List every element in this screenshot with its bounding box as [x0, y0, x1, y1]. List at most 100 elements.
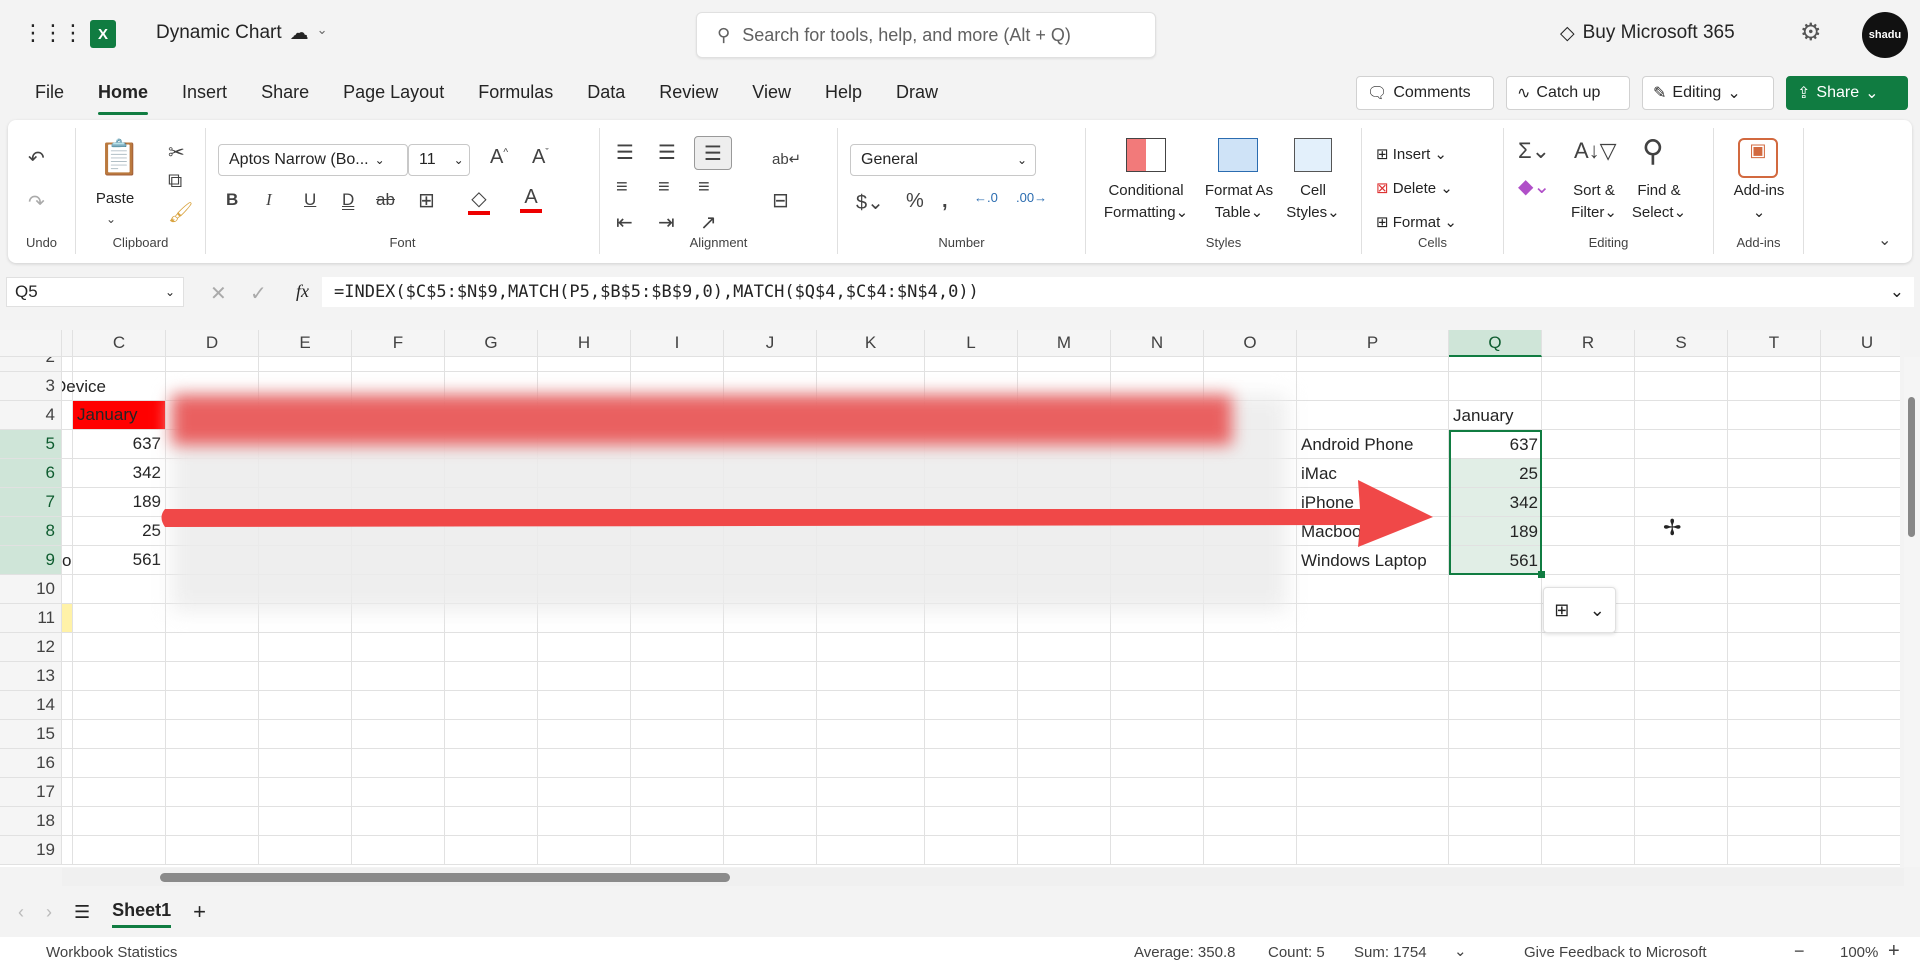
undo-icon[interactable]: ↶ — [28, 146, 45, 171]
cancel-icon[interactable]: ✕ — [210, 281, 227, 306]
find-magnifier-icon[interactable]: ⚲ — [1642, 134, 1664, 169]
format-painter-icon[interactable]: 🖌 — [168, 200, 193, 225]
cut-icon[interactable]: ✂ — [168, 140, 185, 165]
name-box[interactable]: Q5 ⌄ — [6, 277, 184, 307]
align-middle-icon[interactable]: ☰ — [658, 140, 676, 165]
vertical-scrollbar[interactable] — [1904, 357, 1920, 867]
align-top-icon[interactable]: ☰ — [616, 140, 634, 165]
give-feedback-link[interactable]: Give Feedback to Microsoft — [1524, 944, 1707, 961]
increase-decimal-icon[interactable]: ←.0 — [974, 190, 998, 205]
sheet-tab-sheet1[interactable]: Sheet1 — [112, 896, 172, 928]
double-underline-button[interactable]: D — [342, 190, 354, 210]
formula-input[interactable]: =INDEX($C$5:$N$9,MATCH(P5,$B$5:$B$9,0),M… — [322, 277, 1914, 307]
strikethrough-button[interactable]: ab — [376, 190, 395, 210]
bold-button[interactable]: B — [226, 190, 238, 210]
decrease-decimal-icon[interactable]: .00→ — [1016, 190, 1047, 205]
font-size-dropdown[interactable]: 11 ⌄ — [408, 144, 470, 176]
insert-cells-button[interactable]: ⊞ Insert ⌄ — [1376, 144, 1447, 166]
share-button[interactable]: ⇪ Share ⌄ — [1786, 76, 1908, 110]
tab-home[interactable]: Home — [81, 78, 165, 115]
expand-formula-icon[interactable]: ⌄ — [1890, 282, 1904, 302]
previous-sheet-icon[interactable]: ‹ — [18, 902, 24, 923]
conditional-formatting-icon[interactable] — [1126, 138, 1166, 172]
tab-page-layout[interactable]: Page Layout — [326, 78, 461, 107]
tab-help[interactable]: Help — [808, 78, 879, 107]
find-select-button[interactable]: Find & Select⌄ — [1626, 180, 1692, 224]
font-color-icon[interactable]: A — [520, 186, 542, 213]
chevron-down-icon[interactable]: ⌄ — [106, 212, 116, 226]
underline-button[interactable]: U — [304, 190, 316, 210]
catch-up-button[interactable]: ∿ Catch up — [1506, 76, 1630, 110]
align-bottom-icon[interactable]: ☰ — [694, 136, 732, 170]
clear-eraser-icon[interactable]: ◆⌄ — [1518, 174, 1550, 199]
font-name-dropdown[interactable]: Aptos Narrow (Bo... ⌄ — [218, 144, 408, 176]
horizontal-scroll-thumb[interactable] — [160, 873, 730, 882]
avatar[interactable]: shadu — [1862, 12, 1908, 58]
wrap-text-icon[interactable]: ab↵ — [772, 150, 801, 168]
zoom-level[interactable]: 100% — [1840, 944, 1878, 961]
copy-icon[interactable]: ⧉ — [168, 170, 182, 193]
all-sheets-menu-icon[interactable]: ☰ — [74, 902, 90, 923]
decrease-indent-icon[interactable]: ⇤ — [616, 210, 633, 235]
sort-filter-button[interactable]: Sort & Filter⌄ — [1566, 180, 1622, 224]
tab-share[interactable]: Share — [244, 78, 326, 107]
tab-data[interactable]: Data — [570, 78, 642, 107]
merge-center-icon[interactable]: ⊟ — [772, 188, 789, 213]
paste-button[interactable]: Paste — [90, 188, 140, 210]
tab-insert[interactable]: Insert — [165, 78, 244, 107]
format-as-table-icon[interactable] — [1218, 138, 1258, 172]
fill-color-icon[interactable]: ◇ — [468, 186, 490, 215]
workbook-statistics-button[interactable]: Workbook Statistics — [46, 944, 177, 961]
increase-font-icon[interactable]: A^ — [490, 146, 508, 169]
align-center-icon[interactable]: ≡ — [658, 176, 670, 199]
percent-icon[interactable]: % — [906, 190, 924, 213]
number-format-dropdown[interactable]: General ⌄ — [850, 144, 1036, 176]
comments-button[interactable]: 🗨 Comments — [1356, 76, 1494, 110]
orientation-icon[interactable]: ↗ — [700, 210, 717, 235]
delete-cells-button[interactable]: ⊠ Delete ⌄ — [1376, 178, 1453, 200]
italic-button[interactable]: I — [266, 190, 272, 210]
next-sheet-icon[interactable]: › — [46, 902, 52, 923]
document-title[interactable]: Dynamic Chart ☁ ⌄ — [156, 22, 328, 45]
tab-formulas[interactable]: Formulas — [461, 78, 570, 107]
vertical-scroll-thumb[interactable] — [1908, 397, 1915, 537]
add-sheet-icon[interactable]: + — [193, 899, 206, 925]
format-cells-button[interactable]: ⊞ Format ⌄ — [1376, 212, 1457, 234]
redo-icon[interactable]: ↷ — [28, 190, 45, 215]
editing-mode-button[interactable]: ✎ Editing ⌄ — [1642, 76, 1774, 110]
quick-analysis-button[interactable]: ⊞ ⌄ — [1543, 587, 1616, 633]
align-right-icon[interactable]: ≡ — [698, 176, 710, 199]
cell-styles-icon[interactable] — [1294, 138, 1332, 172]
increase-indent-icon[interactable]: ⇥ — [658, 210, 675, 235]
addins-icon[interactable]: ▣ — [1738, 138, 1778, 178]
tab-file[interactable]: File — [18, 78, 81, 107]
search-box[interactable]: ⚲ Search for tools, help, and more (Alt +… — [696, 12, 1156, 58]
worksheet-grid[interactable]: January Device o 637 Android Phone 637 342 iMac… — [0, 330, 1900, 867]
borders-icon[interactable]: ⊞ — [418, 188, 435, 213]
comma-style-icon[interactable]: , — [942, 190, 948, 213]
chevron-down-icon[interactable]: ⌄ — [1454, 942, 1467, 960]
zoom-out-icon[interactable]: − — [1794, 941, 1805, 962]
ribbon-expand-chevron-icon[interactable]: ⌄ — [1878, 230, 1891, 250]
currency-icon[interactable]: $⌄ — [856, 190, 884, 215]
conditional-formatting-button[interactable]: Conditional Formatting⌄ — [1094, 180, 1198, 224]
align-left-icon[interactable]: ≡ — [616, 176, 628, 199]
zoom-in-icon[interactable]: + — [1888, 940, 1900, 963]
insert-function-button[interactable]: fx — [296, 281, 309, 302]
format-as-table-button[interactable]: Format As Table⌄ — [1198, 180, 1280, 224]
cell-styles-button[interactable]: Cell Styles⌄ — [1282, 180, 1344, 224]
tab-view[interactable]: View — [735, 78, 808, 107]
autosum-icon[interactable]: Σ⌄ — [1518, 138, 1550, 164]
settings-gear-icon[interactable]: ⚙ — [1800, 18, 1822, 47]
horizontal-scrollbar[interactable] — [62, 868, 1904, 886]
label-line: Find & — [1637, 182, 1681, 199]
decrease-font-icon[interactable]: Aˇ — [532, 146, 549, 169]
enter-check-icon[interactable]: ✓ — [250, 281, 267, 306]
addins-button[interactable]: Add-ins ⌄ — [1720, 180, 1798, 224]
buy-microsoft-365-link[interactable]: ◇ Buy Microsoft 365 — [1560, 22, 1735, 45]
paste-icon[interactable]: 📋 — [98, 138, 140, 178]
tab-review[interactable]: Review — [642, 78, 735, 107]
app-launcher-icon[interactable]: ⋮⋮⋮ — [22, 20, 84, 46]
tab-draw[interactable]: Draw — [879, 78, 955, 107]
sort-filter-icon[interactable]: A↓▽ — [1574, 138, 1617, 164]
